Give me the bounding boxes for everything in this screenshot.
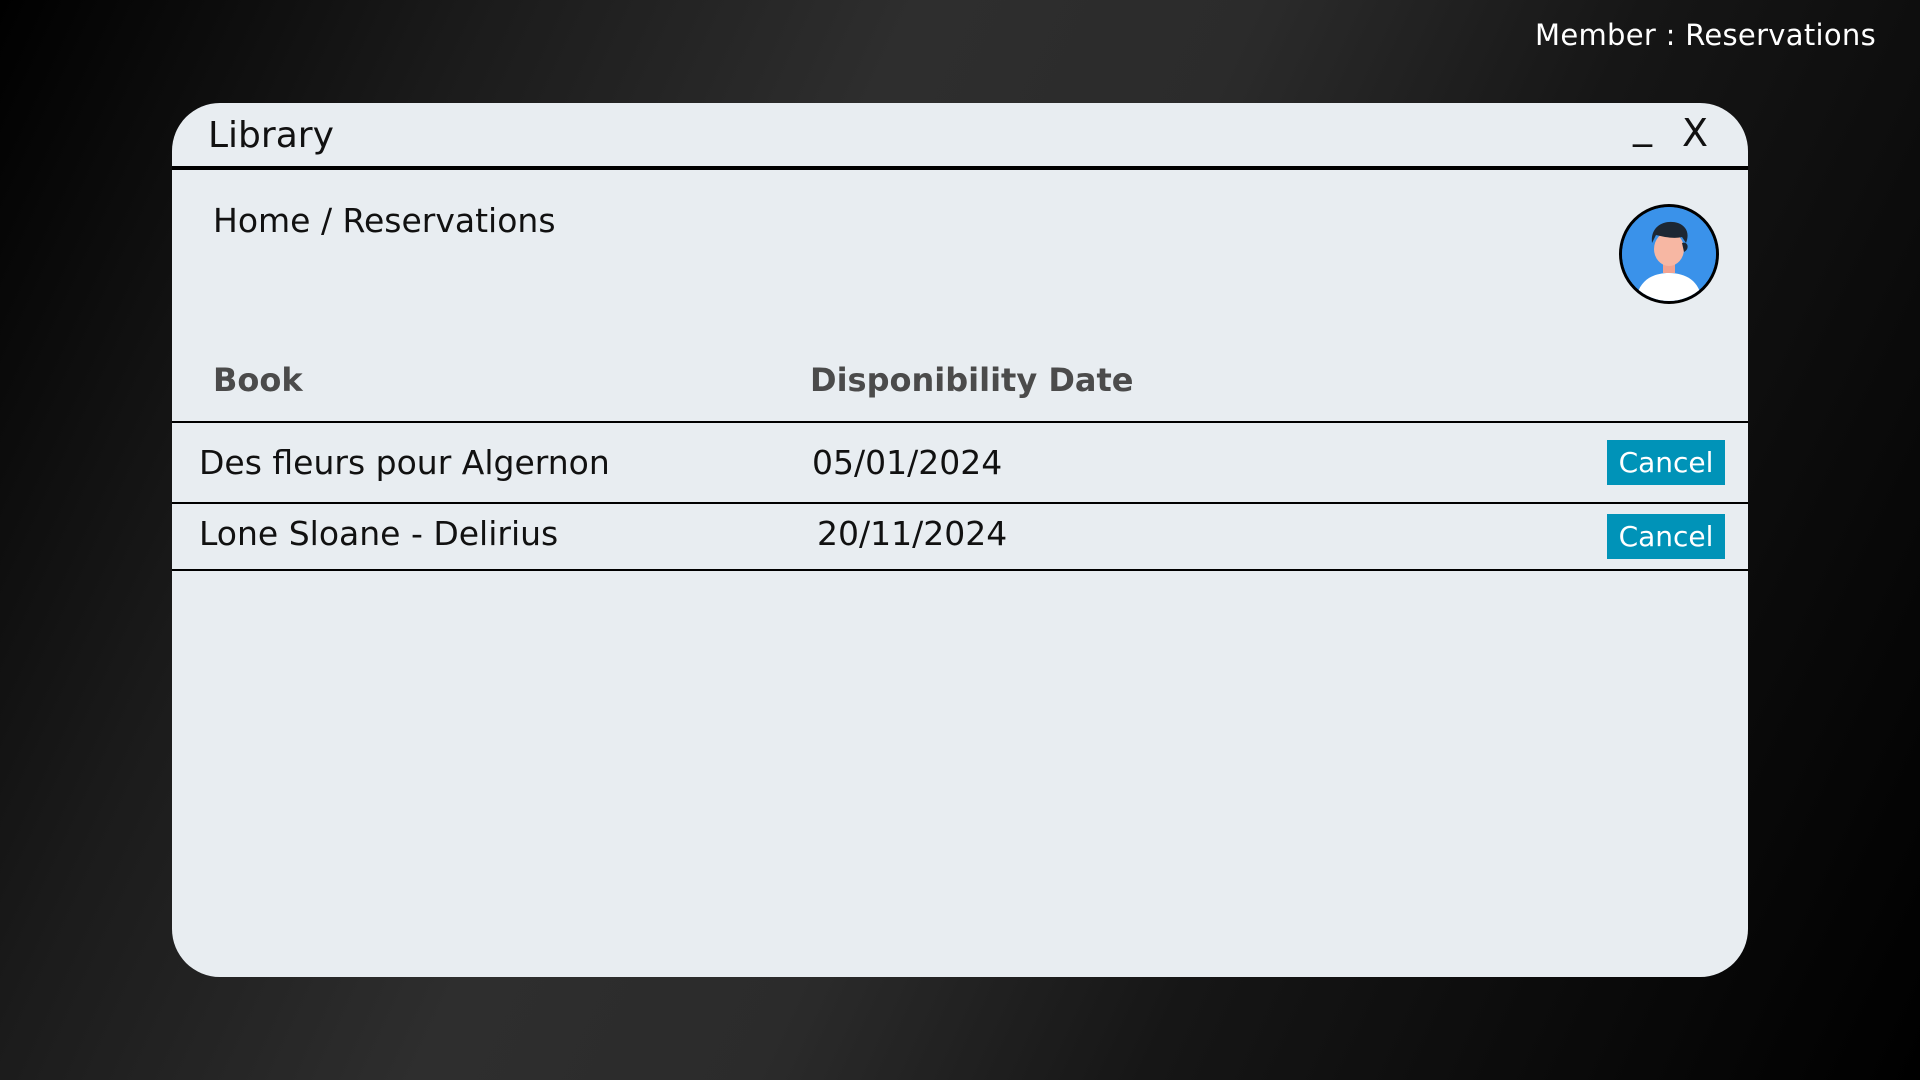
column-header-book: Book bbox=[213, 361, 303, 399]
table-divider bbox=[172, 421, 1748, 423]
table-divider bbox=[172, 502, 1748, 504]
window-title: Library bbox=[208, 115, 334, 156]
column-header-date: Disponibility Date bbox=[810, 361, 1134, 399]
minimize-button[interactable]: _ bbox=[1633, 103, 1652, 147]
user-avatar-icon[interactable] bbox=[1619, 204, 1719, 304]
breadcrumb: Home / Reservations bbox=[213, 201, 556, 240]
title-bar: Library _ X bbox=[172, 103, 1748, 170]
avatar-illustration bbox=[1622, 207, 1716, 301]
close-button[interactable]: X bbox=[1682, 111, 1708, 155]
book-title-cell: Des fleurs pour Algernon bbox=[199, 443, 610, 482]
book-title-cell: Lone Sloane - Delirius bbox=[199, 514, 559, 553]
cancel-reservation-button[interactable]: Cancel bbox=[1607, 440, 1725, 485]
page-caption: Member : Reservations bbox=[1535, 18, 1876, 52]
cancel-reservation-button[interactable]: Cancel bbox=[1607, 514, 1725, 559]
table-divider bbox=[172, 569, 1748, 571]
disponibility-date-cell: 20/11/2024 bbox=[817, 514, 1008, 553]
library-window: Library _ X Home / Reservations Book Dis… bbox=[172, 103, 1748, 977]
disponibility-date-cell: 05/01/2024 bbox=[812, 443, 1003, 482]
